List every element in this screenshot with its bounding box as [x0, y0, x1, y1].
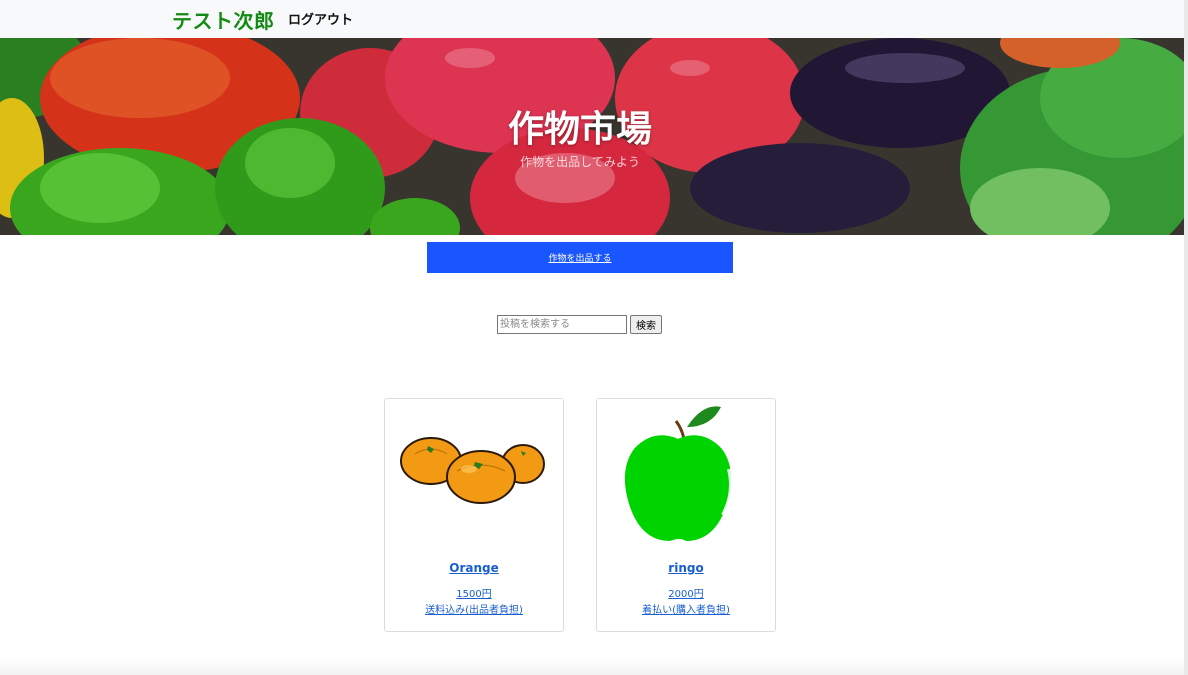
orange-fruit-illustration[interactable] [385, 399, 563, 549]
hero-subtitle: 作物を出品してみよう [520, 155, 640, 169]
sell-crop-button[interactable]: 作物を出品する [427, 242, 733, 273]
product-shipping-link[interactable]: 送料込み(出品者負担) [385, 601, 563, 616]
product-name-link[interactable]: Orange [385, 561, 563, 575]
green-apple-illustration[interactable] [597, 399, 775, 549]
product-price-link[interactable]: 1500円 [385, 585, 563, 600]
top-navbar: テスト次郎 ログアウト [0, 0, 1184, 38]
scrollbar-track[interactable] [1184, 0, 1188, 675]
product-name-link[interactable]: ringo [597, 561, 775, 575]
hero-title: 作物市場 [507, 109, 652, 150]
product-card[interactable]: Orange 1500円 送料込み(出品者負担) [384, 398, 564, 632]
search-input[interactable] [497, 315, 627, 334]
search-button[interactable]: 検索 [630, 315, 662, 334]
product-card[interactable]: ringo 2000円 着払い(購入者負担) [596, 398, 776, 632]
logout-link[interactable]: ログアウト [288, 9, 353, 28]
hero-banner: 作物市場 作物を出品してみよう [0, 38, 1184, 235]
footer [0, 658, 1184, 675]
brand-link[interactable]: テスト次郎 [172, 5, 275, 34]
product-price-link[interactable]: 2000円 [597, 585, 775, 600]
product-shipping-link[interactable]: 着払い(購入者負担) [597, 601, 775, 616]
